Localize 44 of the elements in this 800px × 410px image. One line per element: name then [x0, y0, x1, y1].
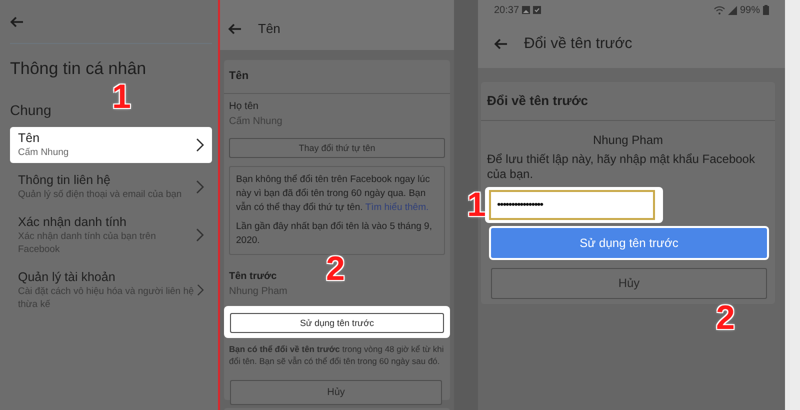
battery-level: 99% — [740, 4, 760, 18]
image-icon — [522, 6, 530, 14]
wifi-icon — [714, 6, 725, 14]
chevron-icon — [196, 180, 204, 194]
use-previous-name-button[interactable]: Sử dụng tên trước — [491, 228, 767, 258]
chevron-icon — [196, 228, 204, 242]
page-title: Thông tin cá nhân — [10, 58, 148, 80]
card-title: Tên — [224, 60, 450, 94]
battery-icon — [763, 5, 769, 15]
checkbox-icon — [533, 6, 542, 14]
item-title: Tên — [18, 130, 41, 146]
previous-name: Nhung Pham — [592, 132, 664, 148]
field-label: Họ tên — [229, 100, 260, 114]
prompt-text: Để lưu thiết lập này, hãy nhập mật khẩu Facebook của bạn. — [486, 150, 756, 182]
settings-item[interactable]: Tên Cấm Nhung — [10, 126, 212, 162]
chevron-icon — [196, 138, 204, 152]
section-heading: Chung — [10, 100, 52, 120]
item-title: Thông tin liên hệ — [18, 172, 112, 188]
back-icon[interactable] — [228, 23, 242, 35]
learn-more-link[interactable]: Tìm hiểu thêm. — [365, 202, 429, 212]
signal-icon — [728, 6, 737, 14]
back-icon[interactable] — [494, 38, 508, 50]
step-number: 2 — [326, 252, 345, 286]
footnote-text: Bạn có thể đổi về tên trước trong vòng 48 giờ kể từ khi đổi tên. Bạn sẽ vẫn có thể đổi tên trong 60 ngày sau đó. — [228, 342, 445, 366]
use-previous-name-button[interactable]: Sử dụng tên trước — [230, 313, 444, 334]
step-number: 2 — [716, 301, 735, 335]
item-title: Xác nhận danh tính — [18, 214, 128, 230]
last-change-text: Lần gần đây nhất bạn đổi tên là vào 5 tháng 9, 2020. — [236, 220, 433, 248]
card-title: Đổi về tên trước — [481, 82, 775, 120]
item-title: Quản lý tài khoản — [18, 270, 116, 284]
back-icon[interactable] — [10, 16, 24, 28]
step-number: 1 — [112, 80, 131, 114]
status-time: 20:37 — [494, 4, 520, 18]
chevron-icon — [197, 283, 204, 297]
password-field[interactable]: •••••••••••••••• — [489, 190, 655, 220]
field-label: Tên trước — [229, 270, 278, 284]
notice-text: Bạn không thể đổi tên trên Facebook ngay lúc này vì bạn đã đổi tên trong 60 ngày qua. Bạn vẫn có thể thay đổi thứ tự tên. Tìm hiểu thêm. — [236, 172, 431, 214]
header-title: Tên — [258, 20, 280, 38]
cancel-button[interactable]: Hủy — [230, 380, 442, 404]
header-title: Đổi về tên trước — [524, 34, 632, 54]
reorder-button[interactable]: Thay đổi thứ tự tên — [229, 138, 445, 158]
item-subtitle: Cấm Nhung — [18, 146, 70, 158]
step-number: 1 — [467, 188, 486, 222]
cancel-button[interactable]: Hủy — [491, 268, 767, 298]
